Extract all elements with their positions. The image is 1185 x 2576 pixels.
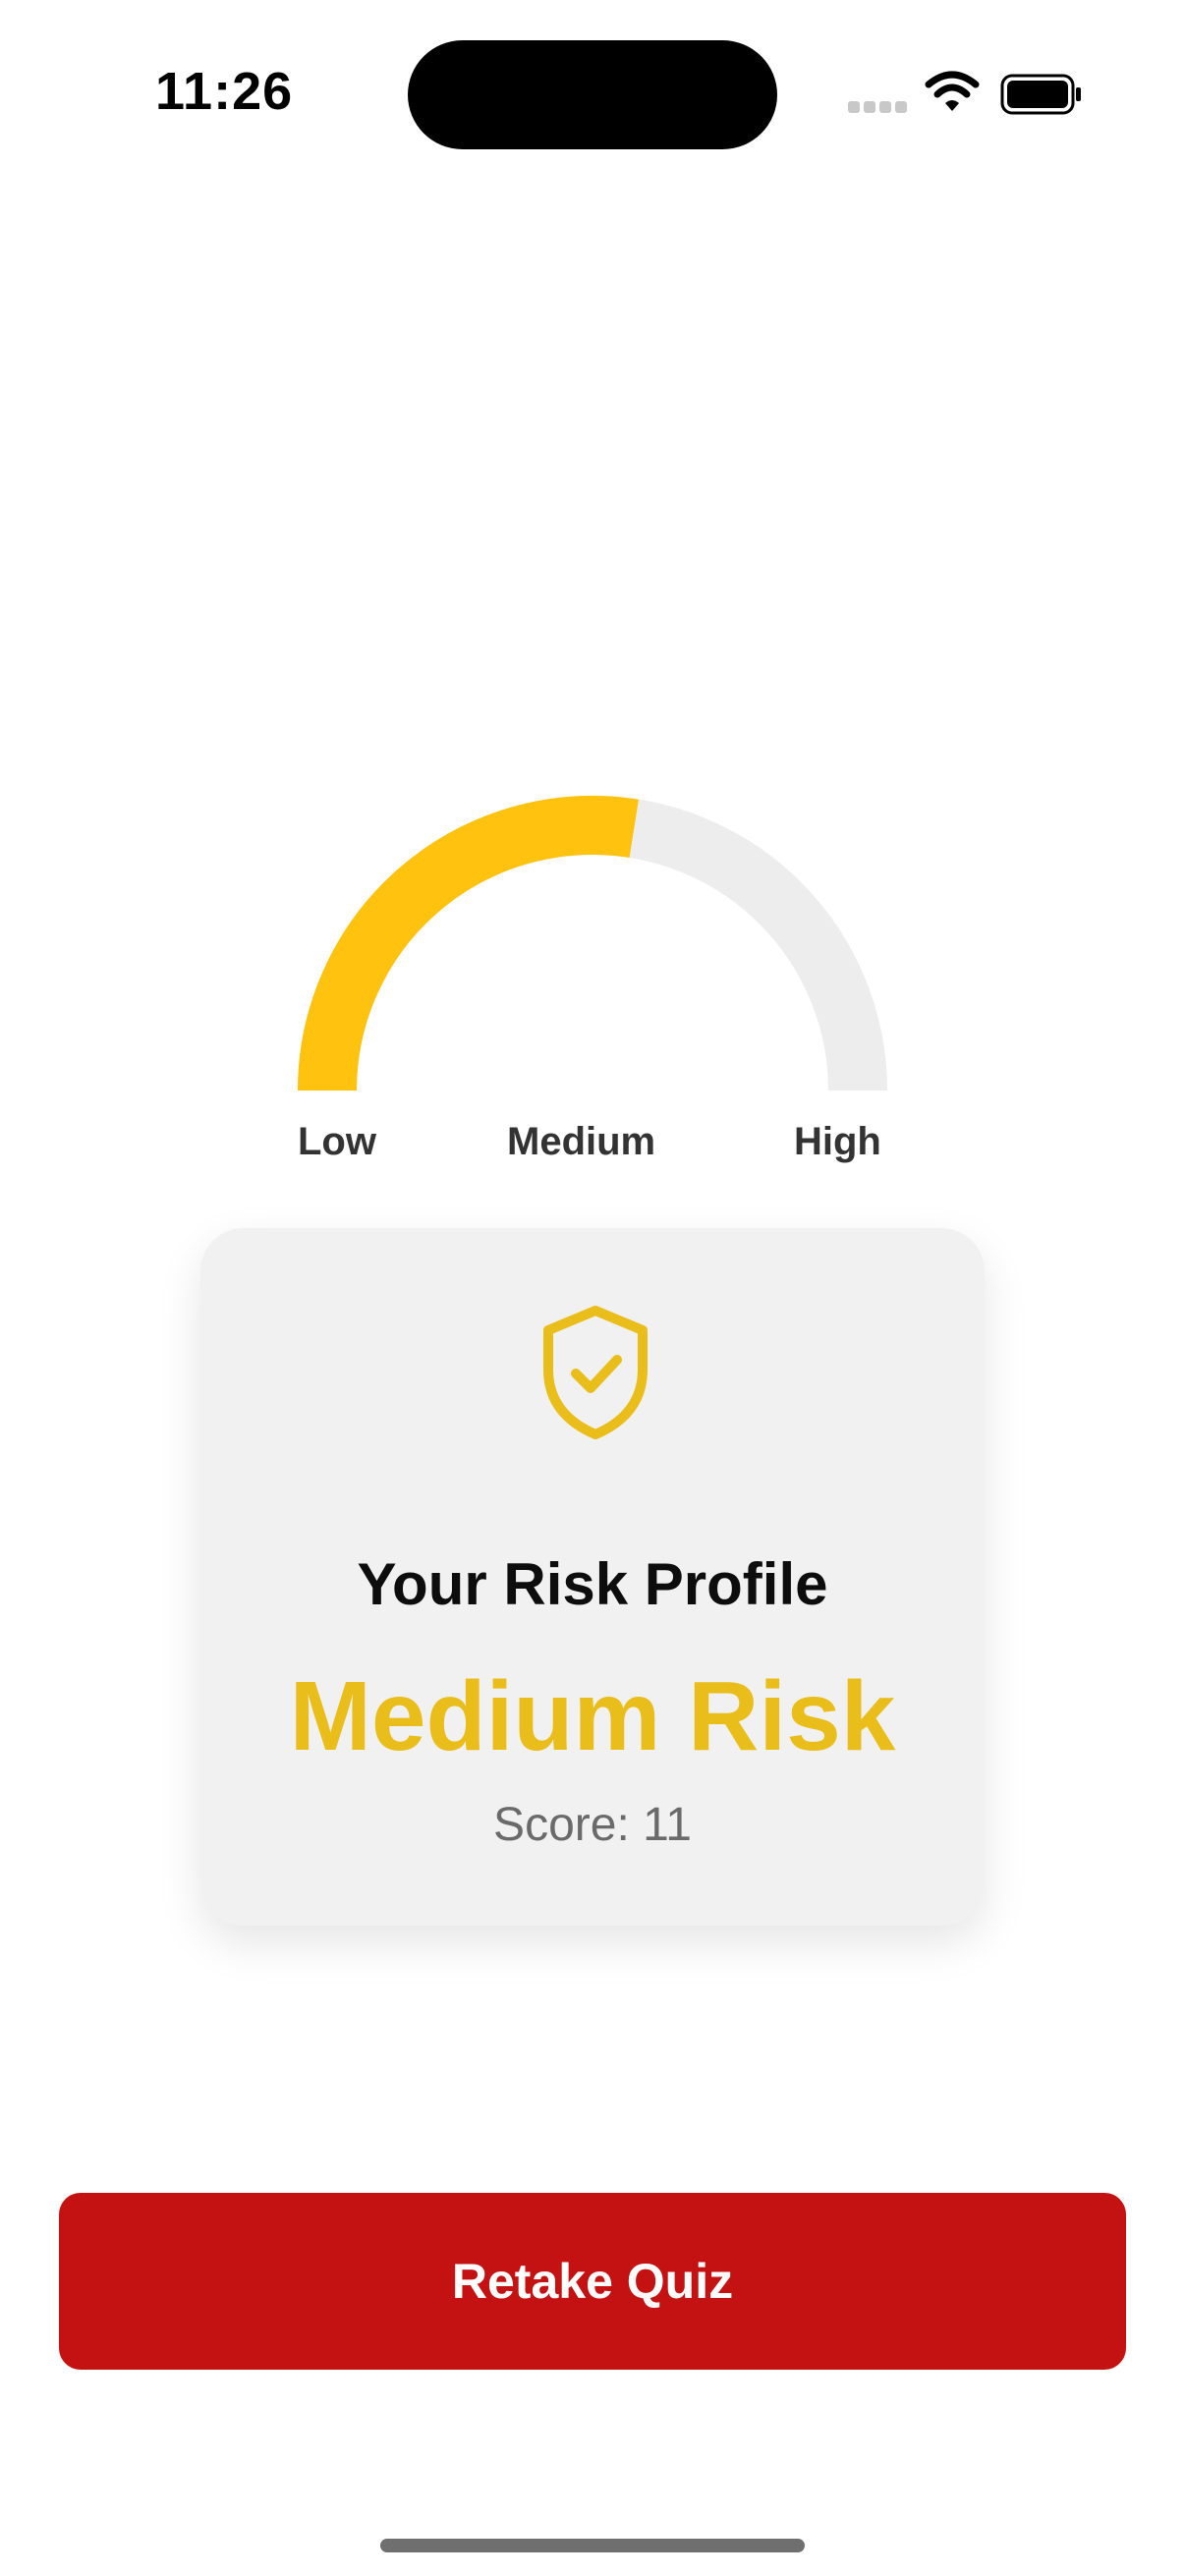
risk-profile-card: Your Risk Profile Medium Risk Score: 11 xyxy=(200,1228,985,1926)
risk-level-text: Medium Risk xyxy=(289,1661,896,1771)
shield-check-icon xyxy=(543,1306,648,1439)
gauge-label-low: Low xyxy=(298,1120,376,1163)
gauge-fill xyxy=(298,796,639,1092)
home-indicator[interactable] xyxy=(380,2539,805,2552)
gauge-label-high: High xyxy=(794,1120,881,1163)
risk-profile-title: Your Risk Profile xyxy=(357,1551,828,1617)
retake-quiz-button[interactable]: Retake Quiz xyxy=(59,2193,1126,2370)
risk-gauge xyxy=(298,796,887,1092)
score-text: Score: 11 xyxy=(493,1799,692,1851)
gauge-label-medium: Medium xyxy=(507,1120,656,1163)
